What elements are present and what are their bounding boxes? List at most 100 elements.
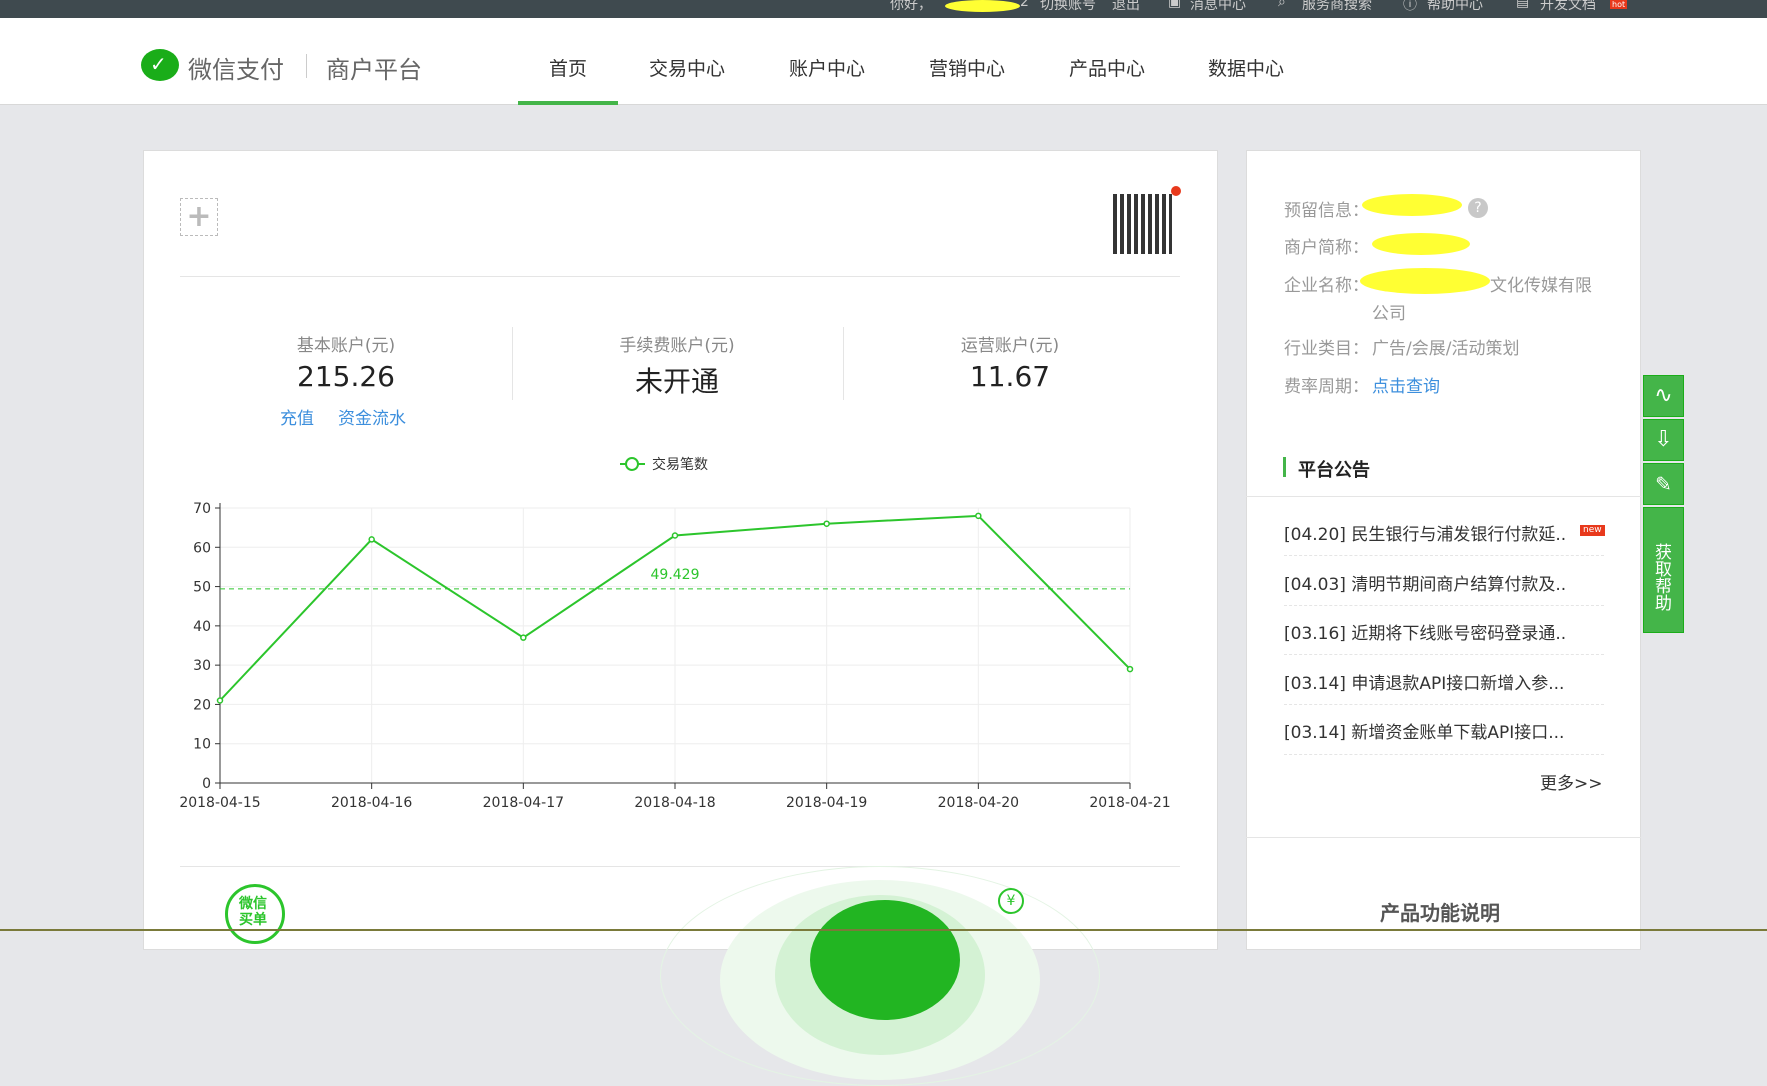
x-tick-label: 2018-04-19 — [786, 795, 867, 811]
company-label: 企业名称： — [1284, 276, 1369, 296]
x-tick-label: 2018-04-21 — [1089, 795, 1170, 811]
section-marker — [1283, 457, 1286, 477]
divider — [180, 866, 1180, 867]
x-tick-label: 2018-04-17 — [483, 795, 564, 811]
basic-account-label: 基本账户(元) — [296, 336, 396, 356]
nav-data[interactable]: 数据中心 — [1208, 54, 1284, 81]
provider-search-link[interactable]: 服务商搜索 — [1302, 0, 1372, 14]
reserved-info-label: 预留信息： — [1284, 201, 1369, 221]
link-icon[interactable]: ∿ — [1643, 375, 1684, 417]
message-icon: ▣ — [1168, 0, 1182, 10]
hot-badge: hot — [1610, 0, 1628, 9]
product-section-title: 产品功能说明 — [1380, 901, 1500, 925]
ops-account-value: 11.67 — [969, 360, 1051, 393]
currency-icon: ¥ — [998, 888, 1024, 914]
new-badge: new — [1580, 525, 1605, 536]
industry-value: 广告/会展/活动策划 — [1372, 339, 1520, 359]
company-value-line2: 公司 — [1372, 304, 1406, 324]
brand-platform: 商户平台 — [326, 56, 422, 84]
announcement-item[interactable]: [03.14] 申请退款API接口新增入参... — [1284, 669, 1564, 694]
greeting: 你好， — [890, 0, 932, 13]
data-point — [671, 532, 679, 539]
average-label: 49.429 — [651, 567, 700, 583]
basic-account-value: 215.26 — [297, 360, 395, 393]
get-help-button[interactable]: 获取帮助 — [1643, 507, 1684, 633]
switch-account-link[interactable]: 切换账号 — [1040, 0, 1096, 14]
notification-dot — [1171, 186, 1181, 196]
divider — [1284, 605, 1604, 606]
fee-account-value: 未开通 — [634, 365, 720, 398]
fee-account-label: 手续费账户(元) — [619, 336, 735, 356]
data-point — [520, 634, 527, 641]
redacted — [1372, 233, 1470, 255]
y-tick-label: 20 — [193, 697, 211, 713]
top-bar: 你好， 2 切换账号 退出 ▣ 消息中心 ⌕ 服务商搜索 ⓘ 帮助中心 ▤ 开发… — [0, 0, 1767, 18]
nav-home[interactable]: 首页 — [549, 54, 587, 81]
y-tick-label: 60 — [193, 540, 211, 556]
search-icon: ⌕ — [1278, 0, 1286, 10]
y-tick-label: 0 — [202, 776, 211, 792]
recharge-link[interactable]: 充值 — [280, 404, 314, 429]
wechat-buy-label: 微信买单 — [239, 896, 267, 928]
announcement-item[interactable]: [03.16] 近期将下线账号密码登录通.. — [1284, 619, 1566, 644]
divider — [1246, 496, 1641, 497]
add-shortcut-button[interactable]: + — [180, 198, 218, 236]
rate-query-link[interactable]: 点击查询 — [1372, 372, 1440, 397]
y-tick-label: 70 — [193, 501, 211, 517]
data-point — [823, 520, 830, 527]
data-point — [975, 512, 982, 520]
help-icon: ⓘ — [1403, 0, 1417, 13]
divider — [1284, 555, 1604, 556]
divider — [1284, 654, 1604, 655]
company-value: 文化传媒有限 — [1490, 276, 1592, 296]
nav-marketing[interactable]: 营销中心 — [929, 54, 1005, 81]
ops-account-label: 运营账户(元) — [960, 336, 1060, 356]
rate-period-label: 费率周期： — [1284, 377, 1369, 397]
decorative-core — [810, 900, 960, 1020]
dev-docs-link[interactable]: 开发文档 — [1540, 0, 1596, 14]
data-point — [368, 536, 375, 543]
divider — [843, 327, 844, 400]
redacted-username — [945, 0, 1020, 12]
nav-active-indicator — [518, 101, 618, 105]
announcement-item[interactable]: [03.14] 新增资金账单下载API接口... — [1284, 718, 1564, 743]
legend-label: 交易笔数 — [652, 456, 708, 473]
short-name-label: 商户简称： — [1284, 238, 1369, 258]
help-question-icon[interactable]: ? — [1468, 198, 1488, 218]
nav-account[interactable]: 账户中心 — [789, 54, 865, 81]
divider — [180, 276, 1180, 277]
nav-transactions[interactable]: 交易中心 — [649, 54, 725, 81]
y-tick-label: 50 — [193, 580, 211, 596]
announcement-item[interactable]: [04.03] 清明节期间商户结算付款及.. — [1284, 570, 1566, 595]
x-tick-label: 2018-04-16 — [331, 795, 412, 811]
fund-flow-link[interactable]: 资金流水 — [338, 404, 406, 429]
brand-divider — [306, 54, 307, 78]
brand-pay: 微信支付 — [188, 56, 284, 84]
edit-icon[interactable]: ✎ — [1643, 463, 1684, 505]
logout-link[interactable]: 退出 — [1112, 0, 1140, 14]
data-point — [1126, 665, 1134, 673]
x-tick-label: 2018-04-15 — [179, 795, 260, 811]
download-icon[interactable]: ⇩ — [1643, 419, 1684, 461]
divider — [1246, 837, 1641, 838]
announcement-item[interactable]: [04.20] 民生银行与浦发银行付款延.. — [1284, 520, 1566, 545]
help-center-link[interactable]: 帮助中心 — [1427, 0, 1483, 14]
transactions-chart: 交易笔数 0 10 20 30 40 50 60 70 2018-04-15 2018-04-16 2… — [179, 456, 1170, 811]
redacted — [1362, 194, 1462, 216]
more-link[interactable]: 更多>> — [1540, 769, 1603, 794]
doc-icon: ▤ — [1516, 0, 1530, 10]
redacted — [1360, 268, 1490, 294]
messages-link[interactable]: 消息中心 — [1190, 0, 1246, 14]
nav-products[interactable]: 产品中心 — [1069, 54, 1145, 81]
x-tick-label: 2018-04-20 — [938, 795, 1019, 811]
wechat-pay-logo-icon: ✓ — [141, 49, 179, 81]
x-tick-label: 2018-04-18 — [634, 795, 715, 811]
greeting-suffix: 2 — [1020, 0, 1029, 10]
legend-marker — [625, 457, 639, 471]
divider — [1284, 754, 1604, 755]
y-tick-label: 40 — [193, 619, 211, 635]
qr-code-icon[interactable] — [1113, 194, 1172, 254]
divider — [1284, 704, 1604, 705]
divider — [512, 327, 513, 400]
data-point — [216, 697, 224, 704]
